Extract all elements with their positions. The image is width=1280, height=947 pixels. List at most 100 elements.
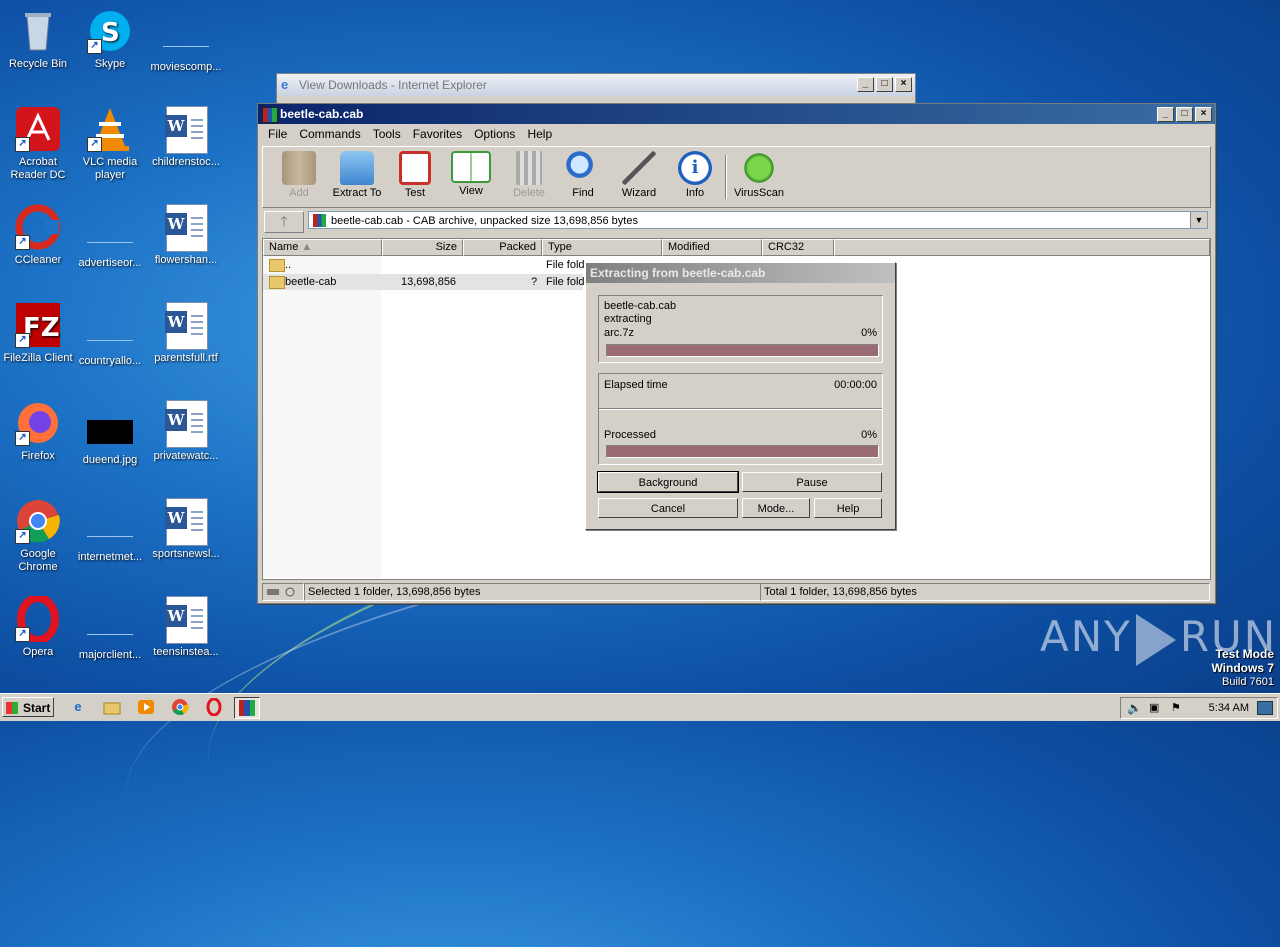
play-icon	[1135, 613, 1176, 666]
processed-percent: 0%	[861, 429, 877, 441]
chrome-taskbar-icon[interactable]	[168, 697, 192, 717]
opera-taskbar-icon[interactable]	[202, 697, 226, 717]
svg-text:S: S	[101, 18, 120, 48]
cancel-button[interactable]: Cancel	[598, 498, 738, 518]
menu-favorites[interactable]: Favorites	[407, 127, 468, 141]
volume-icon[interactable]: 🔈	[1127, 701, 1142, 715]
maximize-button[interactable]: □	[876, 77, 893, 92]
minimize-button[interactable]: _	[857, 77, 874, 92]
desktop-icon-advertiseor[interactable]: advertiseor...	[72, 210, 148, 270]
ie-icon: e	[281, 77, 289, 92]
windows-flag-icon	[6, 702, 18, 714]
blank-file-icon	[87, 222, 133, 243]
action-text: extracting	[604, 313, 652, 325]
minimize-button[interactable]: _	[1157, 107, 1174, 122]
desktop-icon-sportsnewsl[interactable]: W sportsnewsl...	[148, 498, 224, 561]
desktop-icon-internetmet[interactable]: internetmet...	[72, 504, 148, 564]
virusscan-icon	[742, 151, 776, 185]
test-icon	[399, 151, 431, 185]
extract-to-button[interactable]: Extract To	[329, 151, 385, 199]
view-button[interactable]: View	[443, 151, 499, 197]
pause-button[interactable]: Pause	[742, 472, 882, 492]
winrar-taskbar-icon[interactable]	[234, 697, 260, 719]
winrar-titlebar[interactable]: beetle-cab.cab _ □ ×	[258, 104, 1215, 124]
column-name[interactable]: Name ▲	[263, 239, 382, 256]
desktop-icon-skype[interactable]: S ↗ Skype	[72, 8, 148, 71]
desktop-icon-acrobat[interactable]: ↗ Acrobat Reader DC	[0, 106, 76, 182]
column-modified[interactable]: Modified	[662, 239, 762, 256]
flag-icon[interactable]: ⚑	[1171, 701, 1181, 714]
help-button[interactable]: Help	[814, 498, 882, 518]
column-headers: Name ▲ Size Packed Type Modified CRC32	[263, 239, 1210, 256]
network-icon[interactable]: ▣	[1149, 701, 1159, 714]
background-button[interactable]: Background	[597, 471, 739, 493]
add-button[interactable]: Add	[271, 151, 327, 199]
desktop-icon-moviescomp[interactable]: moviescomp...	[148, 14, 224, 74]
start-button[interactable]: Start	[2, 697, 54, 717]
mode-button[interactable]: Mode...	[742, 498, 810, 518]
media-player-taskbar-icon[interactable]	[134, 697, 158, 717]
delete-button[interactable]: Delete	[501, 151, 557, 199]
winrar-title: beetle-cab.cab	[280, 107, 364, 121]
menu-file[interactable]: File	[262, 127, 293, 141]
explorer-taskbar-icon[interactable]	[100, 697, 124, 717]
menu-tools[interactable]: Tools	[367, 127, 407, 141]
desktop-icon-flowershan[interactable]: W flowershan...	[148, 204, 224, 267]
archive-icon	[313, 214, 326, 227]
desktop-icon-teensinstea[interactable]: W teensinstea...	[148, 596, 224, 659]
menu-options[interactable]: Options	[468, 127, 521, 141]
desktop-icon-opera[interactable]: ↗ Opera	[0, 594, 76, 659]
up-folder-button[interactable]: 🡑	[264, 211, 304, 233]
desktop-icon-dueend[interactable]: dueend.jpg	[72, 412, 148, 467]
desktop-icon-filezilla[interactable]: FZ ↗ FileZilla Client	[0, 302, 76, 365]
toolbar: Add Extract To Test View Delete Find Wiz…	[262, 146, 1211, 208]
sort-ascending-icon: ▲	[301, 241, 313, 253]
desktop-icon-majorclient[interactable]: majorclient...	[72, 602, 148, 662]
shortcut-arrow-icon: ↗	[15, 529, 30, 544]
file-percent: 0%	[861, 327, 877, 339]
skype-icon: S ↗	[87, 8, 133, 54]
column-size[interactable]: Size	[382, 239, 463, 256]
info-button[interactable]: i Info	[667, 151, 723, 199]
address-field[interactable]: beetle-cab.cab - CAB archive, unpacked s…	[308, 211, 1208, 229]
desktop-icon-privatewatc[interactable]: W privatewatc...	[148, 400, 224, 463]
menu-help[interactable]: Help	[521, 127, 558, 141]
column-crc32[interactable]: CRC32	[762, 239, 834, 256]
ie-taskbar-icon[interactable]: e	[66, 697, 90, 717]
desktop-icon-chrome[interactable]: ↗ Google Chrome	[0, 498, 76, 574]
chevron-down-icon[interactable]: ▼	[1190, 212, 1207, 228]
close-button[interactable]: ×	[895, 77, 912, 92]
desktop-icon-countryallo[interactable]: countryallo...	[72, 308, 148, 368]
ie-title: View Downloads - Internet Explorer	[299, 78, 487, 92]
virusscan-button[interactable]: VirusScan	[731, 151, 787, 199]
filezilla-icon: FZ ↗	[15, 302, 61, 348]
winrar-icon	[262, 107, 278, 123]
archive-name: beetle-cab.cab	[604, 300, 677, 312]
wizard-button[interactable]: Wizard	[611, 151, 667, 199]
show-desktop-icon[interactable]	[1257, 701, 1273, 715]
column-packed[interactable]: Packed	[463, 239, 542, 256]
elapsed-value: 00:00:00	[834, 379, 877, 391]
file-progress-group: beetle-cab.cab extracting arc.7z 0%	[598, 295, 883, 363]
desktop-icon-ccleaner[interactable]: ↗ CCleaner	[0, 204, 76, 267]
test-button[interactable]: Test	[387, 151, 443, 199]
desktop-icon-firefox[interactable]: ↗ Firefox	[0, 400, 76, 463]
blank-file-icon	[87, 614, 133, 635]
delete-icon	[516, 151, 542, 185]
list-item-selected[interactable]: beetle-cab 13,698,856 ? File fold	[263, 274, 585, 290]
ie-titlebar[interactable]: e View Downloads - Internet Explorer _ □…	[277, 74, 915, 96]
extract-icon	[340, 151, 374, 185]
desktop-icon-recycle-bin[interactable]: Recycle Bin	[0, 8, 76, 71]
desktop-icon-vlc[interactable]: ↗ VLC media player	[72, 106, 148, 182]
desktop-icon-parentsfull[interactable]: W parentsfull.rtf	[148, 302, 224, 365]
maximize-button[interactable]: □	[1176, 107, 1193, 122]
test-mode-label: Test Mode Windows 7 Build 7601	[1211, 647, 1274, 688]
close-button[interactable]: ×	[1195, 107, 1212, 122]
menu-commands[interactable]: Commands	[293, 127, 366, 141]
column-type[interactable]: Type	[542, 239, 662, 256]
find-button[interactable]: Find	[555, 151, 611, 199]
desktop-icon-childrenstoc[interactable]: W childrenstoc...	[148, 106, 224, 169]
clock[interactable]: 5:34 AM	[1209, 698, 1249, 718]
vlc-icon: ↗	[87, 106, 133, 152]
extract-progress-dialog[interactable]: Extracting from beetle-cab.cab beetle-ca…	[585, 262, 896, 530]
